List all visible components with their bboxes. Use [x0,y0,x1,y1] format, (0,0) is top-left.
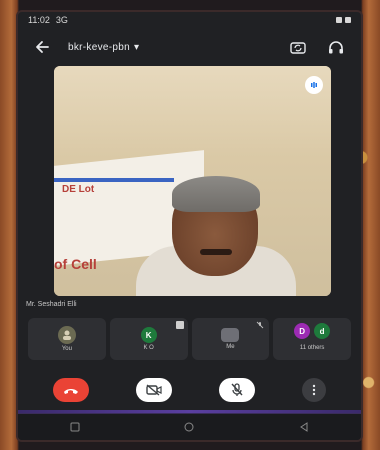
mic-off-button[interactable] [218,378,255,402]
banner-text-4: of Cell [54,256,97,272]
status-time: 11:02 [28,15,50,25]
tile-name: K O [143,345,154,351]
headphones-icon[interactable] [323,34,349,60]
avatar: K [140,327,157,343]
meeting-toolbar: bkr-keve-pbn ▾ [18,30,361,64]
person-mustache [200,249,232,255]
tile-self[interactable]: You [28,318,106,360]
battery-icon [345,17,351,23]
mic-off-icon [256,321,264,331]
tile-participant-ko[interactable]: K K O [109,318,188,360]
status-left: 11:02 3G [28,15,68,25]
phone-screen: 11:02 3G bkr-keve-pbn ▾ DE Lot of Cell M… [18,12,361,440]
camera-off-button[interactable] [136,378,173,402]
others-avatars: D d [277,322,347,340]
switch-camera-icon[interactable] [285,34,311,60]
banner-stripe [54,178,174,182]
call-controls [18,370,361,410]
self-preview-icon [57,326,76,344]
avatar: d [314,323,331,339]
tile-me[interactable]: Me [191,318,270,360]
screen-share-icon [175,321,184,329]
camera-preview-icon [221,328,240,342]
tile-name: 11 others [299,345,325,351]
participant-tiles: You K K O Me D d 11 others [28,318,351,360]
recent-apps-icon[interactable] [68,422,82,432]
speaking-indicator-icon [305,76,323,94]
main-video[interactable]: DE Lot of Cell [54,66,331,296]
speaker-name: Mr. Seshadri Elli [26,301,77,308]
person-hair [172,176,260,212]
signal-icon [336,17,342,23]
chevron-down-icon: ▾ [133,41,140,53]
back-arrow-icon[interactable] [30,35,54,59]
banner-text-1: DE Lot [62,184,95,195]
home-icon[interactable] [182,422,196,432]
more-options-button[interactable] [301,378,326,402]
tile-name: You [61,346,72,352]
status-right [336,17,351,23]
meeting-code[interactable]: bkr-keve-pbn ▾ [68,42,139,53]
meeting-code-text: bkr-keve-pbn [68,41,130,53]
tile-others[interactable]: D d 11 others [273,318,351,360]
avatar: D [294,323,311,339]
status-network: 3G [55,15,68,25]
end-call-button[interactable] [53,378,90,402]
back-icon[interactable] [297,422,311,432]
tile-name: Me [226,344,235,350]
android-nav-bar [18,413,361,440]
status-bar: 11:02 3G [18,12,361,28]
